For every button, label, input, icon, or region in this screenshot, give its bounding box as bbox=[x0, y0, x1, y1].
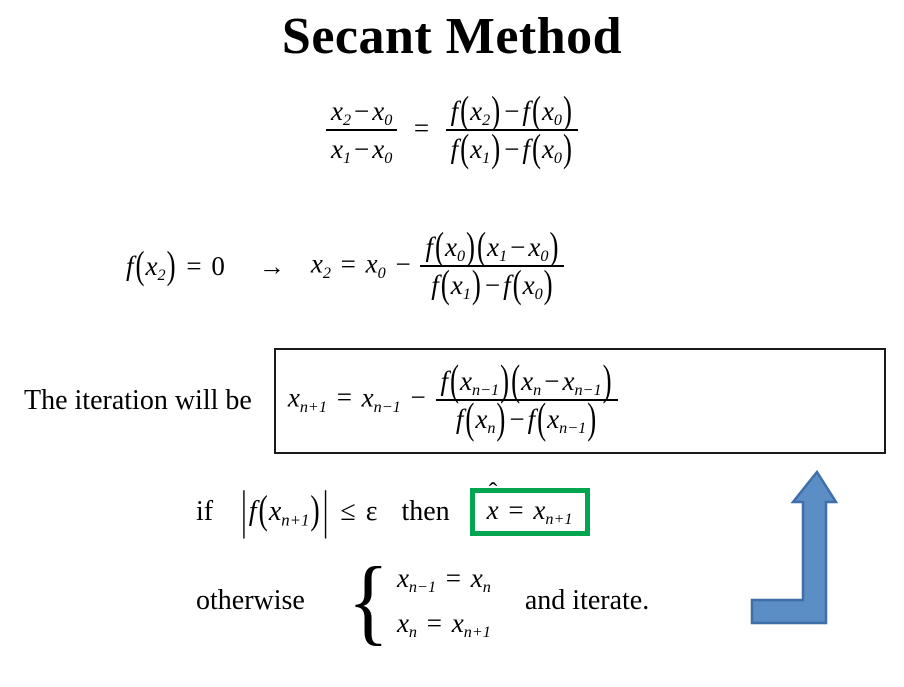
root-result-box: xˆ = xn+1 bbox=[469, 477, 590, 536]
equation-two-result: x2 = x0 − f(x0)(x1− x0) f(x1) − f(x0) bbox=[311, 224, 565, 306]
equation-one-left-numerator: x2− x0 bbox=[325, 96, 398, 131]
equation-one-right-fraction: f(x2) − f(x0) f(x1) − f(x0) bbox=[445, 88, 579, 170]
root-result-expression: xˆ = xn+1 bbox=[486, 477, 573, 529]
iteration-formula: xn+1 = xn−1 − f(xn−1)(xn − xn−1) f(xn) − f(x… bbox=[288, 355, 618, 442]
iteration-label: The iteration will be bbox=[24, 385, 252, 416]
iteration-row: The iteration will be xn+1 = xn−1 − f(xn… bbox=[24, 348, 886, 454]
update-cases: xn−1 = xn xn = xn+1 bbox=[397, 556, 491, 646]
x-hat-symbol: xˆ bbox=[486, 477, 499, 525]
iteration-formula-box: xn+1 = xn−1 − f(xn−1)(xn − xn−1) f(xn) − f(x… bbox=[273, 348, 886, 454]
equation-one-right-denominator: f(x1) − f(x0) bbox=[450, 126, 573, 170]
iteration-fraction: f(xn−1)(xn − xn−1) f(xn) − f(xn−1) bbox=[435, 355, 618, 442]
equation-two-condition: f(x2) = 0 bbox=[126, 243, 225, 287]
equation-x2-solution: f(x2) = 0 → x2 = x0 − f(x0)(x1− x0) f(x1)… bbox=[126, 224, 565, 306]
equation-one-left-denominator: x1− x0 bbox=[330, 134, 393, 168]
cases-brace-icon: { bbox=[347, 547, 389, 655]
if-keyword: if bbox=[196, 495, 214, 527]
equation-one-equals: = bbox=[407, 112, 436, 143]
feedback-loop-arrow-icon bbox=[748, 469, 839, 628]
equation-one-left-fraction: x2− x0 x1− x0 bbox=[325, 96, 398, 168]
equation-one-expression: x2− x0 x1− x0 = f(x2) − f(x0) f(x1) − f(x0) bbox=[325, 88, 579, 170]
implies-arrow-icon: → bbox=[258, 251, 285, 281]
then-keyword: then bbox=[401, 495, 450, 527]
equation-two-fraction: f(x0)(x1− x0) f(x1) − f(x0) bbox=[420, 224, 565, 306]
iteration-denominator: f(xn) − f(xn−1) bbox=[455, 393, 597, 442]
equation-two-denominator: f(x1) − f(x0) bbox=[431, 262, 553, 306]
update-case-row: xn−1 = xn bbox=[396, 563, 491, 597]
page-title: Secant Method bbox=[281, 8, 623, 65]
otherwise-row: otherwise { xn−1 = xn xn = xn+1 and iter… bbox=[196, 547, 650, 655]
convergence-condition-row: if |f(xn+1) | ≤ ε then xˆ = xn+1 bbox=[196, 477, 590, 541]
convergence-test-expression: |f(xn+1) | ≤ ε bbox=[241, 481, 378, 541]
equation-secant-slope: x2− x0 x1− x0 = f(x2) − f(x0) f(x1) − f(x0) bbox=[0, 88, 904, 170]
otherwise-keyword: otherwise bbox=[196, 585, 305, 616]
and-iterate-label: and iterate. bbox=[524, 585, 650, 616]
update-case-row: xn = xn+1 bbox=[396, 608, 491, 642]
bent-arrow-shape bbox=[750, 469, 839, 625]
bent-arrow-svg bbox=[750, 469, 839, 625]
